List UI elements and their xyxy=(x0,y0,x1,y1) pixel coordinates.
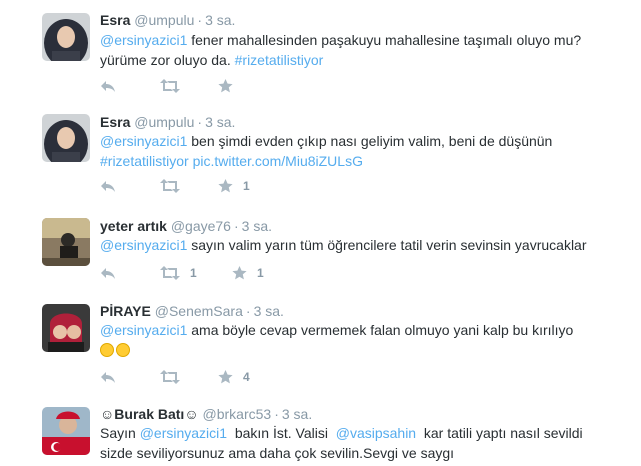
grinning-emoji-icon xyxy=(100,343,114,357)
hashtag-link[interactable]: #rizetatilistiyor xyxy=(100,153,189,169)
star-icon xyxy=(218,179,233,193)
favorite-button[interactable] xyxy=(218,76,233,96)
reply-icon xyxy=(101,81,115,92)
retweet-icon xyxy=(160,370,180,384)
reply-icon xyxy=(101,372,115,383)
favorite-count: 1 xyxy=(243,179,250,193)
reply-button[interactable] xyxy=(100,76,116,96)
author-name[interactable]: PİRAYE xyxy=(100,303,151,319)
star-icon xyxy=(232,266,247,280)
separator: · xyxy=(245,303,251,319)
author-name[interactable]: Esra xyxy=(100,12,130,28)
hashtag-link[interactable]: #rizetatilistiyor xyxy=(235,52,324,68)
tweet: ☺Burak Batı☺ @brkarc53 · 3 sa. Sayın @ersi… xyxy=(0,394,641,466)
tweet-timestamp[interactable]: 3 sa. xyxy=(242,218,272,234)
tweet-text: @ersinyazici1 ama böyle cevap vermemek f… xyxy=(100,320,610,360)
star-icon xyxy=(218,79,233,93)
retweet-button[interactable]: 1 xyxy=(160,263,197,283)
mention-link[interactable]: @ersinyazici1 xyxy=(100,322,187,338)
retweet-button[interactable] xyxy=(160,367,180,387)
author-username[interactable]: @brkarc53 xyxy=(203,406,272,422)
separator: · xyxy=(233,218,239,234)
laughing-emoji-icon xyxy=(116,343,130,357)
reply-icon xyxy=(101,268,115,279)
avatar[interactable] xyxy=(42,218,90,266)
author-username[interactable]: @gaye76 xyxy=(171,218,231,234)
tweet-timestamp[interactable]: 3 sa. xyxy=(205,12,235,28)
tweet: PİRAYE @SenemSara · 3 sa. @ersinyazici1 am… xyxy=(0,291,641,395)
author-username[interactable]: @umpulu xyxy=(134,114,194,130)
author-name[interactable]: yeter artık xyxy=(100,218,167,234)
star-icon xyxy=(218,370,233,384)
avatar[interactable] xyxy=(42,304,90,352)
separator: · xyxy=(197,12,203,28)
retweet-icon xyxy=(160,266,180,280)
reply-button[interactable] xyxy=(100,263,116,283)
reply-button[interactable] xyxy=(100,367,116,387)
retweet-button[interactable] xyxy=(160,76,180,96)
favorite-button[interactable]: 1 xyxy=(232,263,264,283)
author-name[interactable]: ☺Burak Batı☺ xyxy=(100,406,199,422)
author-username[interactable]: @umpulu xyxy=(134,12,194,28)
retweet-icon xyxy=(160,79,180,93)
reply-icon xyxy=(101,181,115,192)
mention-link[interactable]: @ersinyazici1 xyxy=(100,133,187,149)
mention-link-2[interactable]: @vasipsahin xyxy=(336,425,416,441)
tweet-timestamp[interactable]: 3 sa. xyxy=(254,303,284,319)
tweet: Esra @umpulu · 3 sa. @ersinyazici1 ben şim… xyxy=(0,104,641,206)
favorite-button[interactable]: 4 xyxy=(218,367,250,387)
avatar[interactable] xyxy=(42,407,90,455)
mention-link[interactable]: @ersinyazici1 xyxy=(140,425,227,441)
retweet-count: 1 xyxy=(190,266,197,280)
tweet-timestamp[interactable]: 3 sa. xyxy=(282,406,312,422)
tweet-text: @ersinyazici1 sayın valim yarın tüm öğre… xyxy=(100,237,587,253)
tweet: yeter artık @gaye76 · 3 sa. @ersinyazici1 … xyxy=(0,205,641,292)
media-link[interactable]: pic.twitter.com/Miu8iZULsG xyxy=(193,153,363,169)
mention-link[interactable]: @ersinyazici1 xyxy=(100,237,187,253)
reply-button[interactable] xyxy=(100,176,116,196)
tweet-text: @ersinyazici1 ben şimdi evden çıkıp nası… xyxy=(100,133,553,169)
tweet-text: @ersinyazici1 fener mahallesinden paşaku… xyxy=(100,32,582,68)
author-username[interactable]: @SenemSara xyxy=(155,303,243,319)
retweet-icon xyxy=(160,179,180,193)
separator: · xyxy=(197,114,203,130)
author-name[interactable]: Esra xyxy=(100,114,130,130)
tweet: Esra @umpulu · 3 sa. @ersinyazici1 fener m… xyxy=(0,0,641,105)
separator: · xyxy=(274,406,279,422)
avatar[interactable] xyxy=(42,114,90,162)
avatar[interactable] xyxy=(42,13,90,61)
retweet-button[interactable] xyxy=(160,176,180,196)
favorite-count: 1 xyxy=(257,266,264,280)
favorite-button[interactable]: 1 xyxy=(218,176,250,196)
tweet-timestamp[interactable]: 3 sa. xyxy=(205,114,235,130)
mention-link[interactable]: @ersinyazici1 xyxy=(100,32,187,48)
tweet-text: Sayın @ersinyazici1 bakın İst. Valisi @v… xyxy=(100,425,583,461)
favorite-count: 4 xyxy=(243,370,250,384)
